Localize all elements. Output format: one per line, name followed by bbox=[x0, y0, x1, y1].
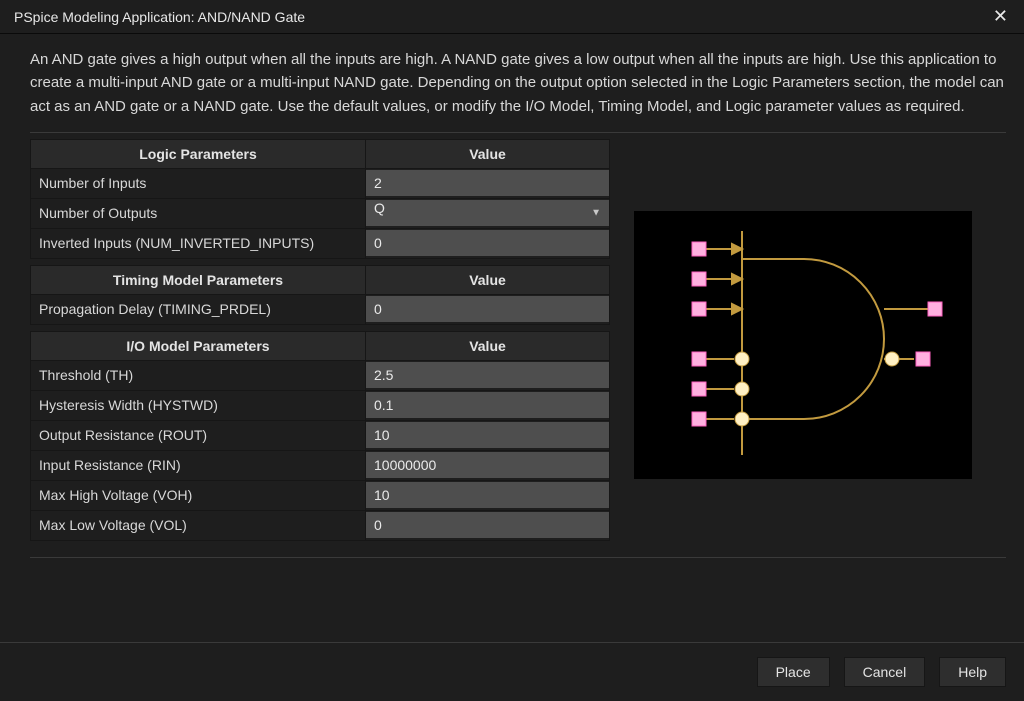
propagation-delay-field[interactable] bbox=[366, 296, 609, 322]
timing-header-value: Value bbox=[366, 265, 610, 294]
preview-column bbox=[634, 139, 1006, 479]
num-inputs-field[interactable] bbox=[366, 170, 609, 196]
param-label: Output Resistance (ROUT) bbox=[31, 420, 366, 450]
table-row: Inverted Inputs (NUM_INVERTED_INPUTS) bbox=[31, 228, 610, 258]
timing-parameters-table: Timing Model Parameters Value Propagatio… bbox=[30, 265, 610, 325]
inverted-inputs-field[interactable] bbox=[366, 230, 609, 256]
param-label: Inverted Inputs (NUM_INVERTED_INPUTS) bbox=[31, 228, 366, 258]
window-title: PSpice Modeling Application: AND/NAND Ga… bbox=[14, 9, 305, 25]
parameter-tables: Logic Parameters Value Number of Inputs … bbox=[30, 139, 610, 547]
table-row: Input Resistance (RIN) bbox=[31, 450, 610, 480]
rout-field[interactable] bbox=[366, 422, 609, 448]
cancel-button[interactable]: Cancel bbox=[844, 657, 926, 687]
logic-header-label: Logic Parameters bbox=[31, 139, 366, 168]
param-label: Max Low Voltage (VOL) bbox=[31, 510, 366, 540]
param-label: Max High Voltage (VOH) bbox=[31, 480, 366, 510]
body-row: Logic Parameters Value Number of Inputs … bbox=[30, 139, 1006, 547]
io-parameters-table: I/O Model Parameters Value Threshold (TH… bbox=[30, 331, 610, 541]
logic-header-value: Value bbox=[366, 139, 610, 168]
titlebar: PSpice Modeling Application: AND/NAND Ga… bbox=[0, 0, 1024, 34]
content-area: An AND gate gives a high output when all… bbox=[0, 34, 1024, 642]
param-label: Input Resistance (RIN) bbox=[31, 450, 366, 480]
close-icon[interactable]: ✕ bbox=[987, 6, 1014, 27]
table-row: Propagation Delay (TIMING_PRDEL) bbox=[31, 294, 610, 324]
divider bbox=[30, 557, 1006, 558]
help-button[interactable]: Help bbox=[939, 657, 1006, 687]
param-label: Threshold (TH) bbox=[31, 360, 366, 390]
logic-parameters-table: Logic Parameters Value Number of Inputs … bbox=[30, 139, 610, 259]
gate-schematic-icon bbox=[634, 211, 972, 479]
num-outputs-select-wrap: Q bbox=[366, 200, 609, 226]
io-header-value: Value bbox=[366, 331, 610, 360]
param-label: Hysteresis Width (HYSTWD) bbox=[31, 390, 366, 420]
vol-field[interactable] bbox=[366, 512, 609, 538]
table-row: Output Resistance (ROUT) bbox=[31, 420, 610, 450]
voh-field[interactable] bbox=[366, 482, 609, 508]
hysteresis-field[interactable] bbox=[366, 392, 609, 418]
description-text: An AND gate gives a high output when all… bbox=[30, 48, 1006, 118]
param-label: Propagation Delay (TIMING_PRDEL) bbox=[31, 294, 366, 324]
param-label: Number of Inputs bbox=[31, 168, 366, 198]
table-row: Number of Outputs Q bbox=[31, 198, 610, 228]
table-row: Max High Voltage (VOH) bbox=[31, 480, 610, 510]
num-outputs-select[interactable]: Q bbox=[366, 200, 609, 226]
table-row: Number of Inputs bbox=[31, 168, 610, 198]
dialog-footer: Place Cancel Help bbox=[0, 642, 1024, 701]
rin-field[interactable] bbox=[366, 452, 609, 478]
dialog-window: PSpice Modeling Application: AND/NAND Ga… bbox=[0, 0, 1024, 701]
io-header-label: I/O Model Parameters bbox=[31, 331, 366, 360]
place-button[interactable]: Place bbox=[757, 657, 830, 687]
param-label: Number of Outputs bbox=[31, 198, 366, 228]
table-row: Threshold (TH) bbox=[31, 360, 610, 390]
gate-preview bbox=[634, 211, 972, 479]
table-row: Hysteresis Width (HYSTWD) bbox=[31, 390, 610, 420]
table-row: Max Low Voltage (VOL) bbox=[31, 510, 610, 540]
timing-header-label: Timing Model Parameters bbox=[31, 265, 366, 294]
threshold-field[interactable] bbox=[366, 362, 609, 388]
divider bbox=[30, 132, 1006, 133]
